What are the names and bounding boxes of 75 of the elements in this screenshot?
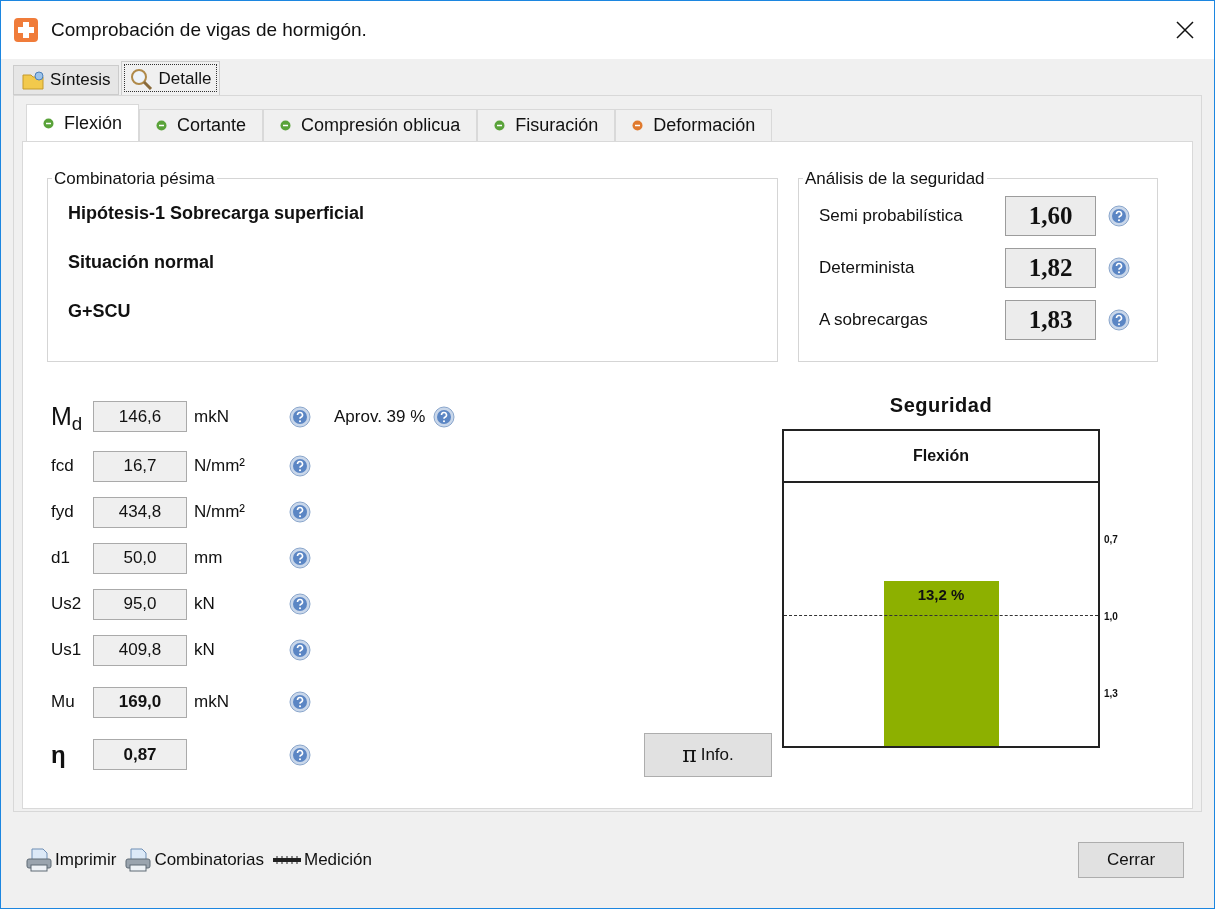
app-icon xyxy=(13,17,39,43)
tab[interactable]: Deformación xyxy=(615,109,773,142)
printer-icon xyxy=(25,848,53,872)
safety-label: Semi probabilística xyxy=(819,204,964,227)
result-label: Us1 xyxy=(51,639,83,662)
folder-icon xyxy=(22,70,46,90)
result-label: fyd xyxy=(51,501,75,524)
help-icon[interactable] xyxy=(1108,308,1130,331)
unit-label: mkN xyxy=(194,691,229,714)
help-icon[interactable] xyxy=(289,405,311,428)
toolbar-button[interactable]: Imprimir xyxy=(25,847,117,873)
toolbar-button[interactable]: Medición xyxy=(272,847,373,873)
help-icon[interactable] xyxy=(433,405,456,428)
result-label: Us2 xyxy=(51,593,83,616)
gauge-title: Seguridad xyxy=(888,393,994,418)
help-icon[interactable] xyxy=(289,743,311,766)
combination-line: Situación normal xyxy=(68,250,216,274)
result-label: fcd xyxy=(51,455,75,478)
group-title: Análisis de la seguridad xyxy=(804,168,986,190)
tick-label: 1,3 xyxy=(1104,687,1118,701)
result-field: 169,0 xyxy=(93,686,187,718)
printer-icon xyxy=(124,848,153,872)
help-icon[interactable] xyxy=(1108,256,1130,279)
combination-line: Hipótesis-1 Sobrecarga superficial xyxy=(68,201,366,225)
help-icon[interactable] xyxy=(289,593,311,615)
tab[interactable]: Detalle xyxy=(121,61,221,95)
result-field: 0,87 xyxy=(93,739,187,770)
unit-label: kN xyxy=(194,593,215,616)
unit-label: N/mm² xyxy=(194,501,245,524)
help-icon[interactable] xyxy=(1108,204,1130,227)
window-title: Comprobación de vigas de hormigón. xyxy=(51,17,368,42)
result-field: 409,8 xyxy=(93,634,187,666)
info-label: Info. xyxy=(700,743,734,766)
ruler-icon xyxy=(272,855,302,865)
gauge-column-label: Flexión xyxy=(782,429,1100,483)
tab[interactable]: Flexión xyxy=(26,104,140,142)
help-icon[interactable] xyxy=(289,547,311,569)
unit-label: kN xyxy=(194,639,215,662)
safety-label: Determinista xyxy=(819,256,916,279)
unit-label: N/mm² xyxy=(194,455,245,478)
pi-icon: π xyxy=(682,738,697,771)
group-title: Combinatoria pésima xyxy=(53,168,216,190)
close-button[interactable]: Cerrar xyxy=(1078,842,1184,878)
help-icon[interactable] xyxy=(289,691,311,713)
help-icon[interactable] xyxy=(289,501,311,523)
unit-label: mm xyxy=(194,547,223,570)
toolbar-button[interactable]: Combinatorias xyxy=(124,847,264,873)
magnifier-icon xyxy=(130,67,155,90)
unit-label: mkN xyxy=(194,406,229,428)
result-label: Mu xyxy=(51,691,76,714)
result-label: d1 xyxy=(51,547,71,570)
help-icon[interactable] xyxy=(289,639,311,661)
result-label: M$_{d}$ xyxy=(51,401,84,436)
result-field: 16,7 xyxy=(93,450,187,482)
safety-label: A sobrecargas xyxy=(819,308,929,331)
result-field: 50,0 xyxy=(93,542,187,574)
tab[interactable]: Cortante xyxy=(139,109,264,142)
safety-value: 1,82 xyxy=(1005,247,1096,288)
result-field: 146,6 xyxy=(93,401,187,433)
tick-label: 0,7 xyxy=(1104,533,1118,547)
bar-value-label: 13,2 % xyxy=(917,585,965,603)
usage-label: Aprov. 39 % xyxy=(334,406,426,428)
tab[interactable]: Fisuración xyxy=(477,109,616,142)
result-field: 434,8 xyxy=(93,496,187,528)
tab[interactable]: Compresión oblicua xyxy=(263,109,478,142)
help-icon[interactable] xyxy=(289,455,311,477)
tick-label: 1,0 xyxy=(1104,610,1118,624)
result-label: η xyxy=(51,739,67,770)
tab[interactable]: Síntesis xyxy=(13,65,120,95)
combination-line: G+SCU xyxy=(68,299,132,323)
close-icon[interactable] xyxy=(1176,21,1194,39)
result-field: 95,0 xyxy=(93,588,187,620)
info-button[interactable]: π Info. xyxy=(644,732,772,777)
safety-value: 1,83 xyxy=(1005,299,1096,340)
safety-value: 1,60 xyxy=(1005,195,1096,236)
